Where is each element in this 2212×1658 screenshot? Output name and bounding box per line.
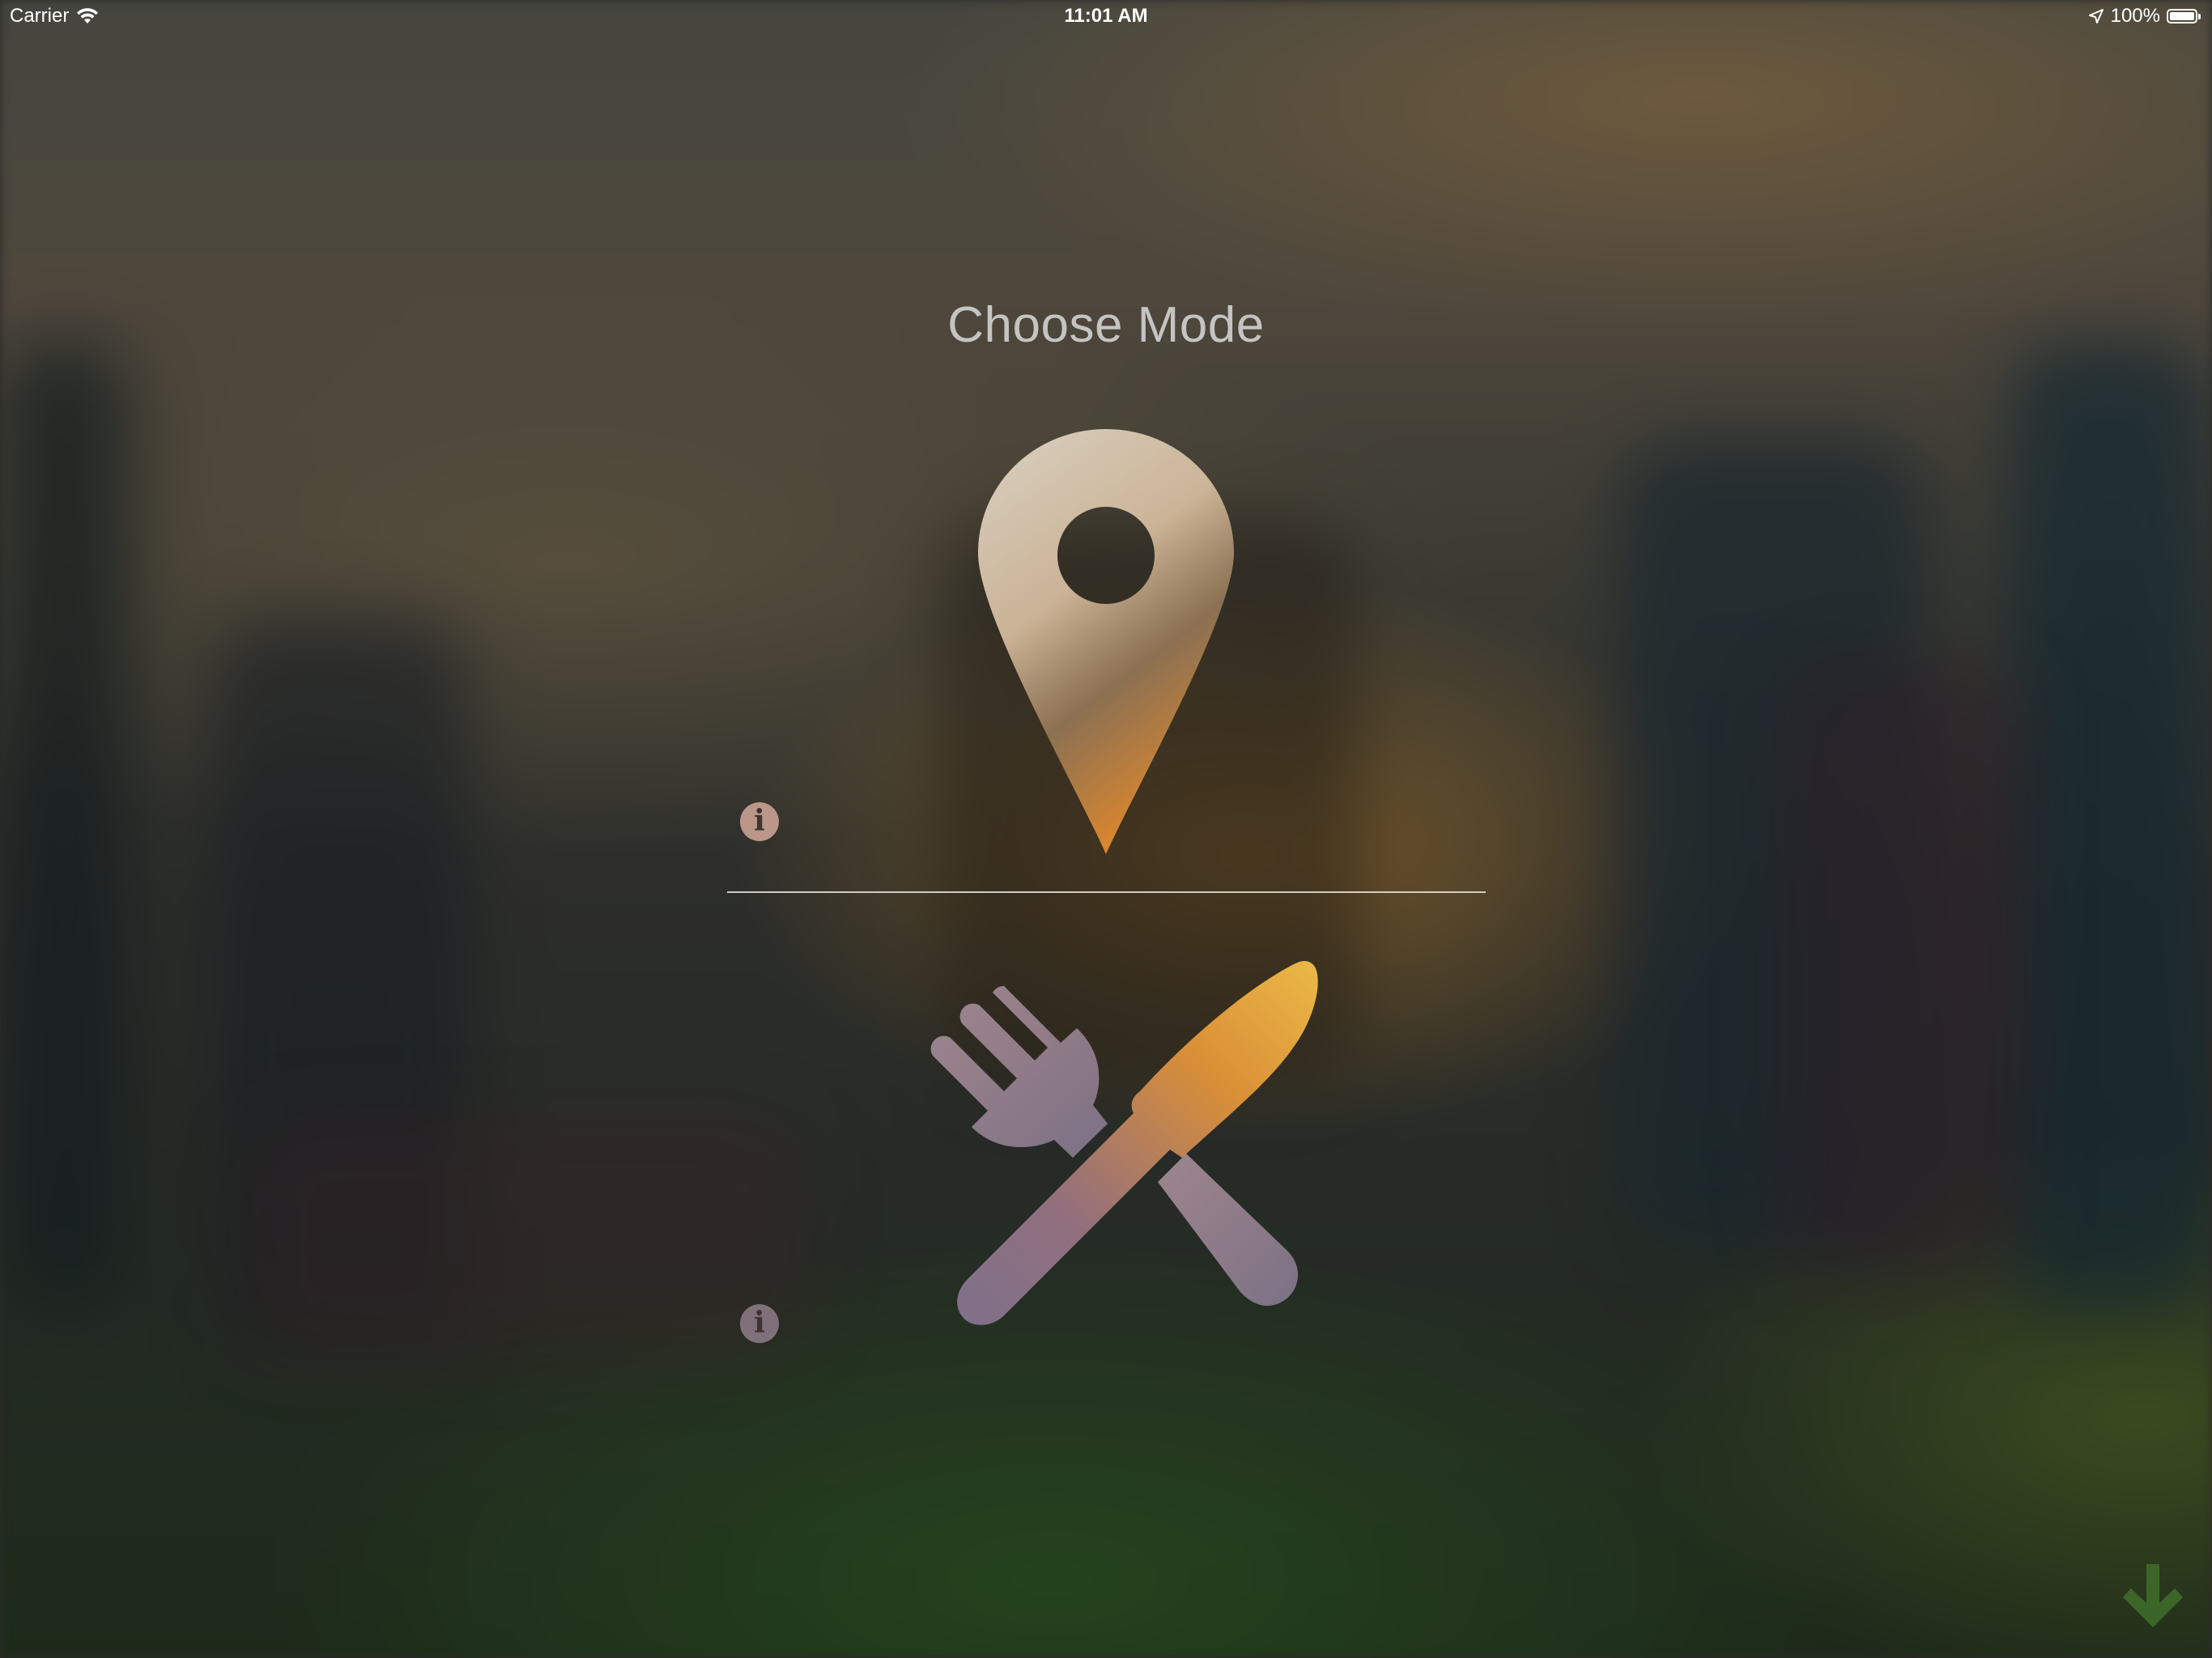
location-pin-icon[interactable] <box>978 429 1234 854</box>
status-bar: Carrier 11:01 AM 100% <box>0 0 2212 32</box>
location-info-button[interactable]: i <box>740 802 779 841</box>
mode-divider <box>727 891 1486 893</box>
info-icon: i <box>754 804 765 838</box>
info-icon: i <box>754 1306 765 1340</box>
battery-icon <box>2167 8 2202 24</box>
food-info-button[interactable]: i <box>740 1304 779 1343</box>
fork-and-knife-icon[interactable] <box>891 939 1328 1352</box>
battery-percentage: 100% <box>2110 5 2160 27</box>
page-title: Choose Mode <box>947 297 1265 353</box>
down-arrow-icon[interactable] <box>2120 1564 2186 1630</box>
status-time: 11:01 AM <box>1064 5 1148 27</box>
status-right-group: 100% <box>2088 5 2202 28</box>
location-arrow-icon <box>2088 9 2104 23</box>
